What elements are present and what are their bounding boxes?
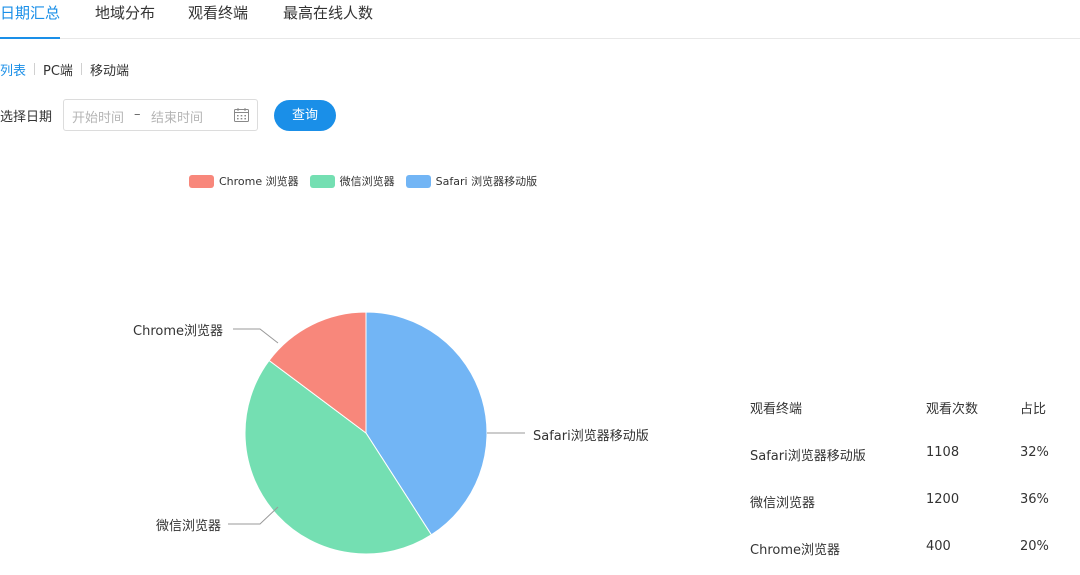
pie-label-safari: Safari浏览器移动版	[533, 429, 649, 444]
legend-swatch	[189, 174, 214, 188]
chart-legend: Chrome 浏览器 微信浏览器 Safari 浏览器移动版	[189, 172, 548, 190]
tab-date-summary[interactable]: 日期汇总	[0, 5, 61, 39]
table-cell-terminal: 微信浏览器	[750, 496, 816, 511]
subnav-list[interactable]: 列表	[0, 60, 26, 79]
legend-swatch	[309, 174, 335, 188]
legend-label: 微信浏览器	[339, 175, 395, 188]
leader-line-wechat	[228, 506, 279, 525]
table-cell-count: 1200	[926, 492, 960, 507]
date-label: 选择日期	[0, 110, 53, 125]
pie-label-chrome: Chrome浏览器	[133, 324, 223, 339]
divider	[34, 63, 36, 75]
leader-line-chrome	[233, 328, 279, 344]
table-cell-ratio: 20%	[1020, 539, 1049, 554]
table-header-count: 观看次数	[926, 402, 979, 417]
legend-item-chrome[interactable]: Chrome 浏览器	[189, 173, 299, 189]
range-separator: –	[134, 107, 141, 122]
legend-swatch	[405, 174, 431, 188]
table-header-ratio: 占比	[1020, 402, 1047, 417]
table-cell-ratio: 32%	[1020, 445, 1049, 460]
query-button[interactable]: 查询	[274, 100, 336, 131]
legend-item-wechat[interactable]: 微信浏览器	[309, 173, 395, 189]
divider	[80, 63, 82, 75]
legend-label: Chrome 浏览器	[219, 175, 299, 188]
table-cell-count: 1108	[926, 445, 960, 460]
view-switcher: 列表 PC端 移动端	[0, 60, 129, 79]
table-cell-count: 400	[926, 539, 951, 554]
table-header-terminal: 观看终端	[750, 402, 803, 417]
date-range-picker[interactable]: 开始时间 – 结束时间	[63, 99, 258, 131]
table-cell-terminal: Safari浏览器移动版	[750, 449, 866, 464]
calendar-icon[interactable]	[234, 108, 249, 122]
table-cell-ratio: 36%	[1020, 492, 1049, 507]
start-date-input[interactable]: 开始时间	[72, 107, 124, 126]
pie-label-wechat: 微信浏览器	[156, 519, 222, 534]
end-date-input[interactable]: 结束时间	[151, 107, 203, 126]
tab-region-distribution[interactable]: 地域分布	[95, 5, 155, 39]
subnav-pc[interactable]: PC端	[43, 60, 73, 79]
tab-bar: 日期汇总 地域分布 观看终端 最高在线人数	[0, 0, 1080, 39]
tab-viewing-terminal[interactable]: 观看终端	[188, 5, 248, 39]
legend-item-safari[interactable]: Safari 浏览器移动版	[405, 173, 538, 189]
tab-peak-online[interactable]: 最高在线人数	[283, 5, 373, 39]
legend-label: Safari 浏览器移动版	[435, 175, 538, 188]
table-cell-terminal: Chrome浏览器	[750, 543, 840, 558]
subnav-mobile[interactable]: 移动端	[90, 60, 129, 79]
